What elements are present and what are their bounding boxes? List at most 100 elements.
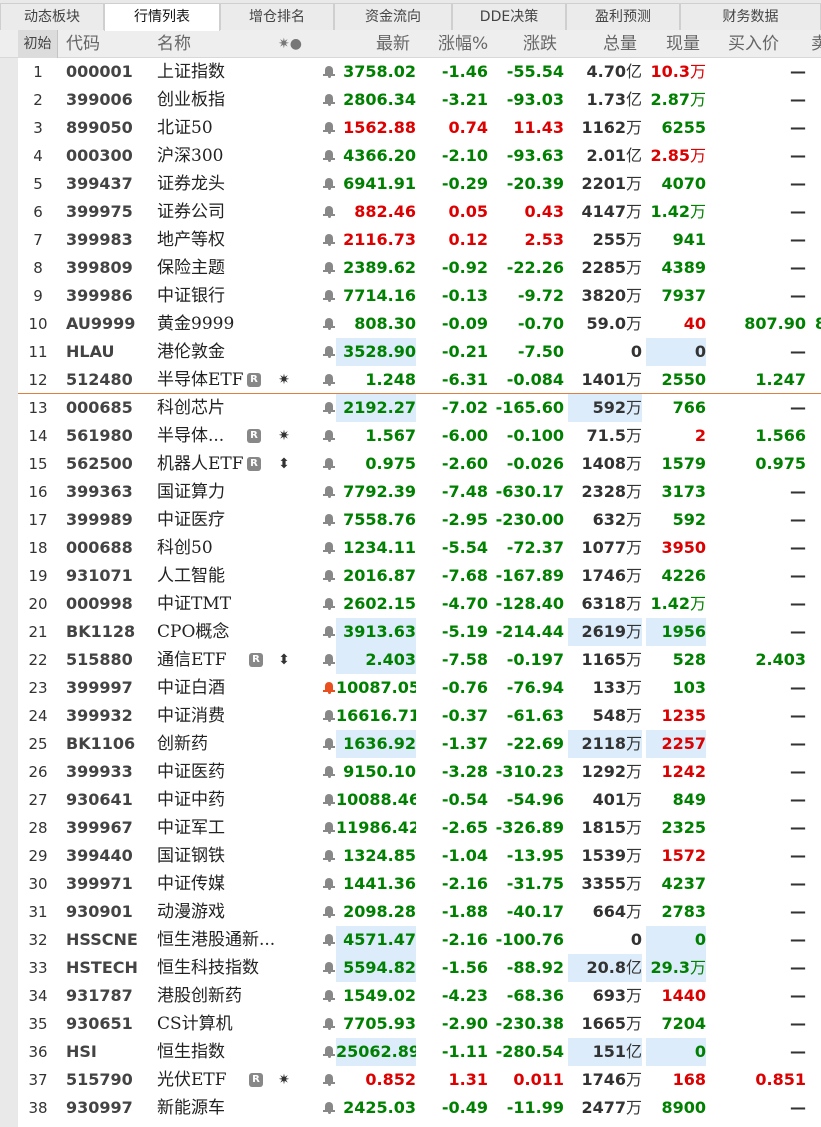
- bell-icon[interactable]: [323, 374, 335, 386]
- table-row[interactable]: 21 BK1128 CPO概念 3913.63 -5.19 -214.44 2619万 195…: [18, 618, 821, 646]
- bell-icon[interactable]: [323, 710, 335, 722]
- table-row[interactable]: 36 HSI 恒生指数 25062.89 -1.11 -280.54 151亿 0—: [18, 1038, 821, 1066]
- bell-icon[interactable]: [323, 262, 335, 274]
- table-row[interactable]: 38 930997 新能源车 2425.03 -0.49 -11.99 2477万 8900—: [18, 1094, 821, 1122]
- volume-number: 0: [630, 930, 642, 949]
- table-row[interactable]: 26 399933 中证医药 9150.10 -3.28 -310.23 1292万 1242…: [18, 758, 821, 786]
- bell-icon[interactable]: [323, 962, 335, 974]
- table-row[interactable]: 15 562500 机器人ETF R ⬍ 0.975 -2.60 -0.026 1408万 157…: [18, 450, 821, 478]
- bell-icon[interactable]: [323, 542, 335, 554]
- bell-icon[interactable]: [323, 570, 335, 582]
- bell-icon[interactable]: [323, 1046, 335, 1058]
- bell-icon[interactable]: [323, 458, 335, 470]
- table-row[interactable]: 29 399440 国证钢铁 1324.85 -1.04 -13.95 1539万 1572—: [18, 842, 821, 870]
- header-marks-icon[interactable]: ✷●: [278, 30, 302, 58]
- header-change[interactable]: 涨跌: [523, 30, 557, 58]
- bell-icon[interactable]: [323, 122, 335, 134]
- table-row[interactable]: 25 BK1106 创新药 1636.92 -1.37 -22.69 2118万 2257—: [18, 730, 821, 758]
- bell-icon[interactable]: [323, 906, 335, 918]
- table-row[interactable]: 7 399983 地产等权 2116.73 0.12 2.53 255万 941—: [18, 226, 821, 254]
- header-ask-price[interactable]: 卖: [811, 30, 821, 58]
- bell-icon[interactable]: [323, 206, 335, 218]
- bell-icon[interactable]: [323, 990, 335, 1002]
- current-volume: 849: [646, 786, 706, 814]
- bell-icon[interactable]: [323, 766, 335, 778]
- bell-icon[interactable]: [323, 878, 335, 890]
- table-row[interactable]: 13 000685 科创芯片 2192.27 -7.02 -165.60 592万 766—: [18, 394, 821, 422]
- table-row[interactable]: 4 000300 沪深300 4366.20 -2.10 -93.63 2.01亿 2.85万…: [18, 142, 821, 170]
- bell-icon[interactable]: [323, 738, 335, 750]
- table-row[interactable]: 28 399967 中证军工 11986.42 -2.65 -326.89 1815万 232…: [18, 814, 821, 842]
- bell-icon[interactable]: [323, 1074, 335, 1086]
- header-code[interactable]: 代码: [66, 30, 100, 58]
- bell-icon[interactable]: [323, 1018, 335, 1030]
- tab-7[interactable]: 财务数据: [680, 3, 821, 30]
- bell-icon[interactable]: [323, 402, 335, 414]
- tab-1[interactable]: 动态板块: [0, 3, 104, 30]
- table-row[interactable]: 35 930651 CS计算机 7705.93 -2.90 -230.38 1665万 720…: [18, 1010, 821, 1038]
- table-row[interactable]: 17 399989 中证医疗 7558.76 -2.95 -230.00 632万 592—: [18, 506, 821, 534]
- table-row[interactable]: 18 000688 科创50 1234.11 -5.54 -72.37 1077万 3950—: [18, 534, 821, 562]
- table-row[interactable]: 2 399006 创业板指 2806.34 -3.21 -93.03 1.73亿 2.87万 —: [18, 86, 821, 114]
- header-price[interactable]: 最新: [376, 30, 410, 58]
- table-row[interactable]: 6 399975 证券公司 882.46 0.05 0.43 4147万 1.42万 —: [18, 198, 821, 226]
- bell-icon[interactable]: [323, 94, 335, 106]
- table-row[interactable]: 10 AU9999 黄金9999 808.30 -0.09 -0.70 59.0万 40 807…: [18, 310, 821, 338]
- bell-icon[interactable]: [323, 654, 335, 666]
- bell-icon[interactable]: [323, 346, 335, 358]
- bell-icon[interactable]: [323, 486, 335, 498]
- margin-badge-icon: R: [247, 457, 261, 471]
- table-row[interactable]: 14 561980 半导体... R ✷ 1.567 -6.00 -0.100 71.5万 2 1.…: [18, 422, 821, 450]
- table-row[interactable]: 8 399809 保险主题 2389.62 -0.92 -22.26 2285万 4389—: [18, 254, 821, 282]
- table-row[interactable]: 3 899050 北证50 1562.88 0.74 11.43 1162万 6255—: [18, 114, 821, 142]
- table-row[interactable]: 20 000998 中证TMT 2602.15 -4.70 -128.40 6318万 1.4…: [18, 590, 821, 618]
- bell-icon[interactable]: [323, 598, 335, 610]
- table-row[interactable]: 23 399997 中证白酒 10087.05 -0.76 -76.94 133万 103—: [18, 674, 821, 702]
- bell-icon[interactable]: [323, 290, 335, 302]
- bell-icon[interactable]: [323, 822, 335, 834]
- header-change-pct[interactable]: 涨幅%: [438, 30, 488, 58]
- table-row[interactable]: 24 399932 中证消费 16616.71 -0.37 -61.63 548万 1235—: [18, 702, 821, 730]
- tab-6[interactable]: 盈利预测: [566, 3, 680, 30]
- tab-3[interactable]: 增仓排名: [220, 3, 334, 30]
- quote-list[interactable]: 1 000001 上证指数 3758.02 -1.46 -55.54 4.70亿 10.3万 —…: [18, 58, 821, 1127]
- bell-icon[interactable]: [323, 178, 335, 190]
- table-row[interactable]: 12 512480 半导体ETF R ✷ 1.248 -6.31 -0.084 1401万 255…: [18, 366, 821, 394]
- table-row[interactable]: 37 515790 光伏ETF R ✷ 0.852 1.31 0.011 1746万 168 0.8…: [18, 1066, 821, 1094]
- table-row[interactable]: 5 399437 证券龙头 6941.91 -0.29 -20.39 2201万 4070—: [18, 170, 821, 198]
- bell-icon[interactable]: [323, 626, 335, 638]
- bell-icon[interactable]: [323, 234, 335, 246]
- bell-icon[interactable]: [323, 66, 335, 78]
- total-volume: 1815万: [568, 814, 642, 842]
- table-row[interactable]: 27 930641 中证中药 10088.46 -0.54 -54.96 401万 849—: [18, 786, 821, 814]
- bell-icon[interactable]: [323, 514, 335, 526]
- table-row[interactable]: 34 931787 港股创新药 1549.02 -4.23 -68.36 693万 1440—: [18, 982, 821, 1010]
- current-volume-number: 8900: [661, 1098, 706, 1117]
- header-current-volume[interactable]: 现量: [666, 30, 700, 58]
- table-row[interactable]: 9 399986 中证银行 7714.16 -0.13 -9.72 3820万 7937—: [18, 282, 821, 310]
- bell-icon[interactable]: [323, 318, 335, 330]
- table-row[interactable]: 33 HSTECH 恒生科技指数 5594.82 -1.56 -88.92 20.8亿 29.…: [18, 954, 821, 982]
- tab-4[interactable]: 资金流向: [334, 3, 452, 30]
- header-volume[interactable]: 总量: [603, 30, 637, 58]
- tab-5[interactable]: DDE决策: [452, 3, 566, 30]
- bell-icon[interactable]: [323, 850, 335, 862]
- table-row[interactable]: 19 931071 人工智能 2016.87 -7.68 -167.89 1746万 4226…: [18, 562, 821, 590]
- bell-icon[interactable]: [323, 934, 335, 946]
- table-row[interactable]: 11 HLAU 港伦敦金 3528.90 -0.21 -7.50 0 0 —: [18, 338, 821, 366]
- table-row[interactable]: 30 399971 中证传媒 1441.36 -2.16 -31.75 3355万 4237—: [18, 870, 821, 898]
- table-row[interactable]: 32 HSSCNE 恒生港股通新... 4571.47 -2.16 -100.76 0 0 —: [18, 926, 821, 954]
- bell-icon[interactable]: [323, 682, 335, 694]
- table-row[interactable]: 22 515880 通信ETF R ⬍ 2.403 -7.58 -0.197 1165万 528 2…: [18, 646, 821, 674]
- bell-icon[interactable]: [323, 430, 335, 442]
- header-bid-price[interactable]: 买入价: [728, 30, 779, 58]
- bell-icon[interactable]: [323, 794, 335, 806]
- table-row[interactable]: 1 000001 上证指数 3758.02 -1.46 -55.54 4.70亿 10.3万 —: [18, 58, 821, 86]
- header-name[interactable]: 名称: [157, 30, 191, 58]
- table-row[interactable]: 31 930901 动漫游戏 2098.28 -1.88 -40.17 664万 2783—: [18, 898, 821, 926]
- header-sort-initial[interactable]: 初始: [18, 30, 58, 58]
- tab-2[interactable]: 行情列表: [104, 3, 220, 31]
- table-row[interactable]: 16 399363 国证算力 7792.39 -7.48 -630.17 2328万 3173…: [18, 478, 821, 506]
- bell-icon[interactable]: [323, 1102, 335, 1114]
- bell-icon[interactable]: [323, 150, 335, 162]
